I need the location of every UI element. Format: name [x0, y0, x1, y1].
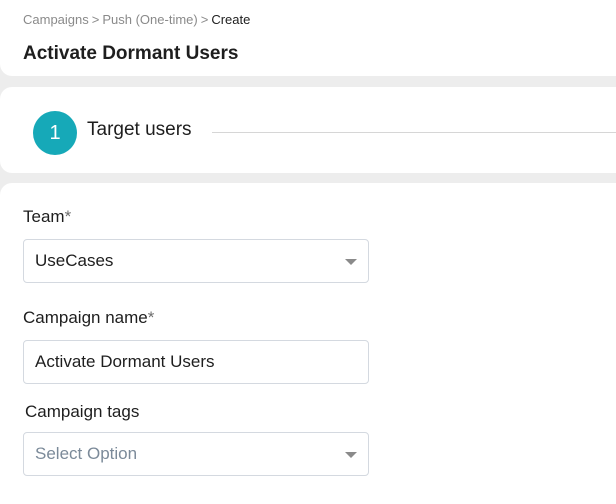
stepper-card: 1 Target users: [0, 87, 616, 173]
breadcrumb-separator: >: [200, 12, 209, 27]
campaign-tags-select[interactable]: Select Option: [23, 432, 369, 476]
required-marker: *: [147, 308, 155, 327]
page-title: Activate Dormant Users: [23, 43, 239, 64]
step-progress-line: [212, 132, 616, 133]
breadcrumb: Campaigns > Push (One-time) > Create: [23, 12, 250, 27]
breadcrumb-push-link[interactable]: Push (One-time): [102, 12, 197, 27]
step-number-badge: 1: [33, 111, 77, 155]
required-marker: *: [64, 207, 72, 226]
campaign-tags-label: Campaign tags: [25, 402, 140, 421]
campaign-name-field[interactable]: [23, 340, 369, 384]
chevron-down-icon: [345, 452, 357, 458]
team-select[interactable]: UseCases: [23, 239, 369, 283]
header-card: Campaigns > Push (One-time) > Create Activat…: [0, 0, 616, 76]
campaign-name-input[interactable]: [35, 341, 355, 383]
breadcrumb-current: Create: [211, 12, 251, 27]
chevron-down-icon: [345, 259, 357, 265]
campaign-name-label: Campaign name*: [23, 308, 155, 327]
breadcrumb-separator: >: [91, 12, 100, 27]
team-label: Team*: [23, 207, 72, 226]
form-card: Team* UseCases Campaign name* Campaign t…: [0, 183, 616, 504]
page: Campaigns > Push (One-time) > Create Activat…: [0, 0, 616, 504]
campaign-tags-placeholder: Select Option: [35, 444, 138, 463]
team-select-value: UseCases: [35, 251, 114, 270]
step-label: Target users: [87, 119, 192, 140]
breadcrumb-campaigns-link[interactable]: Campaigns: [23, 12, 89, 27]
